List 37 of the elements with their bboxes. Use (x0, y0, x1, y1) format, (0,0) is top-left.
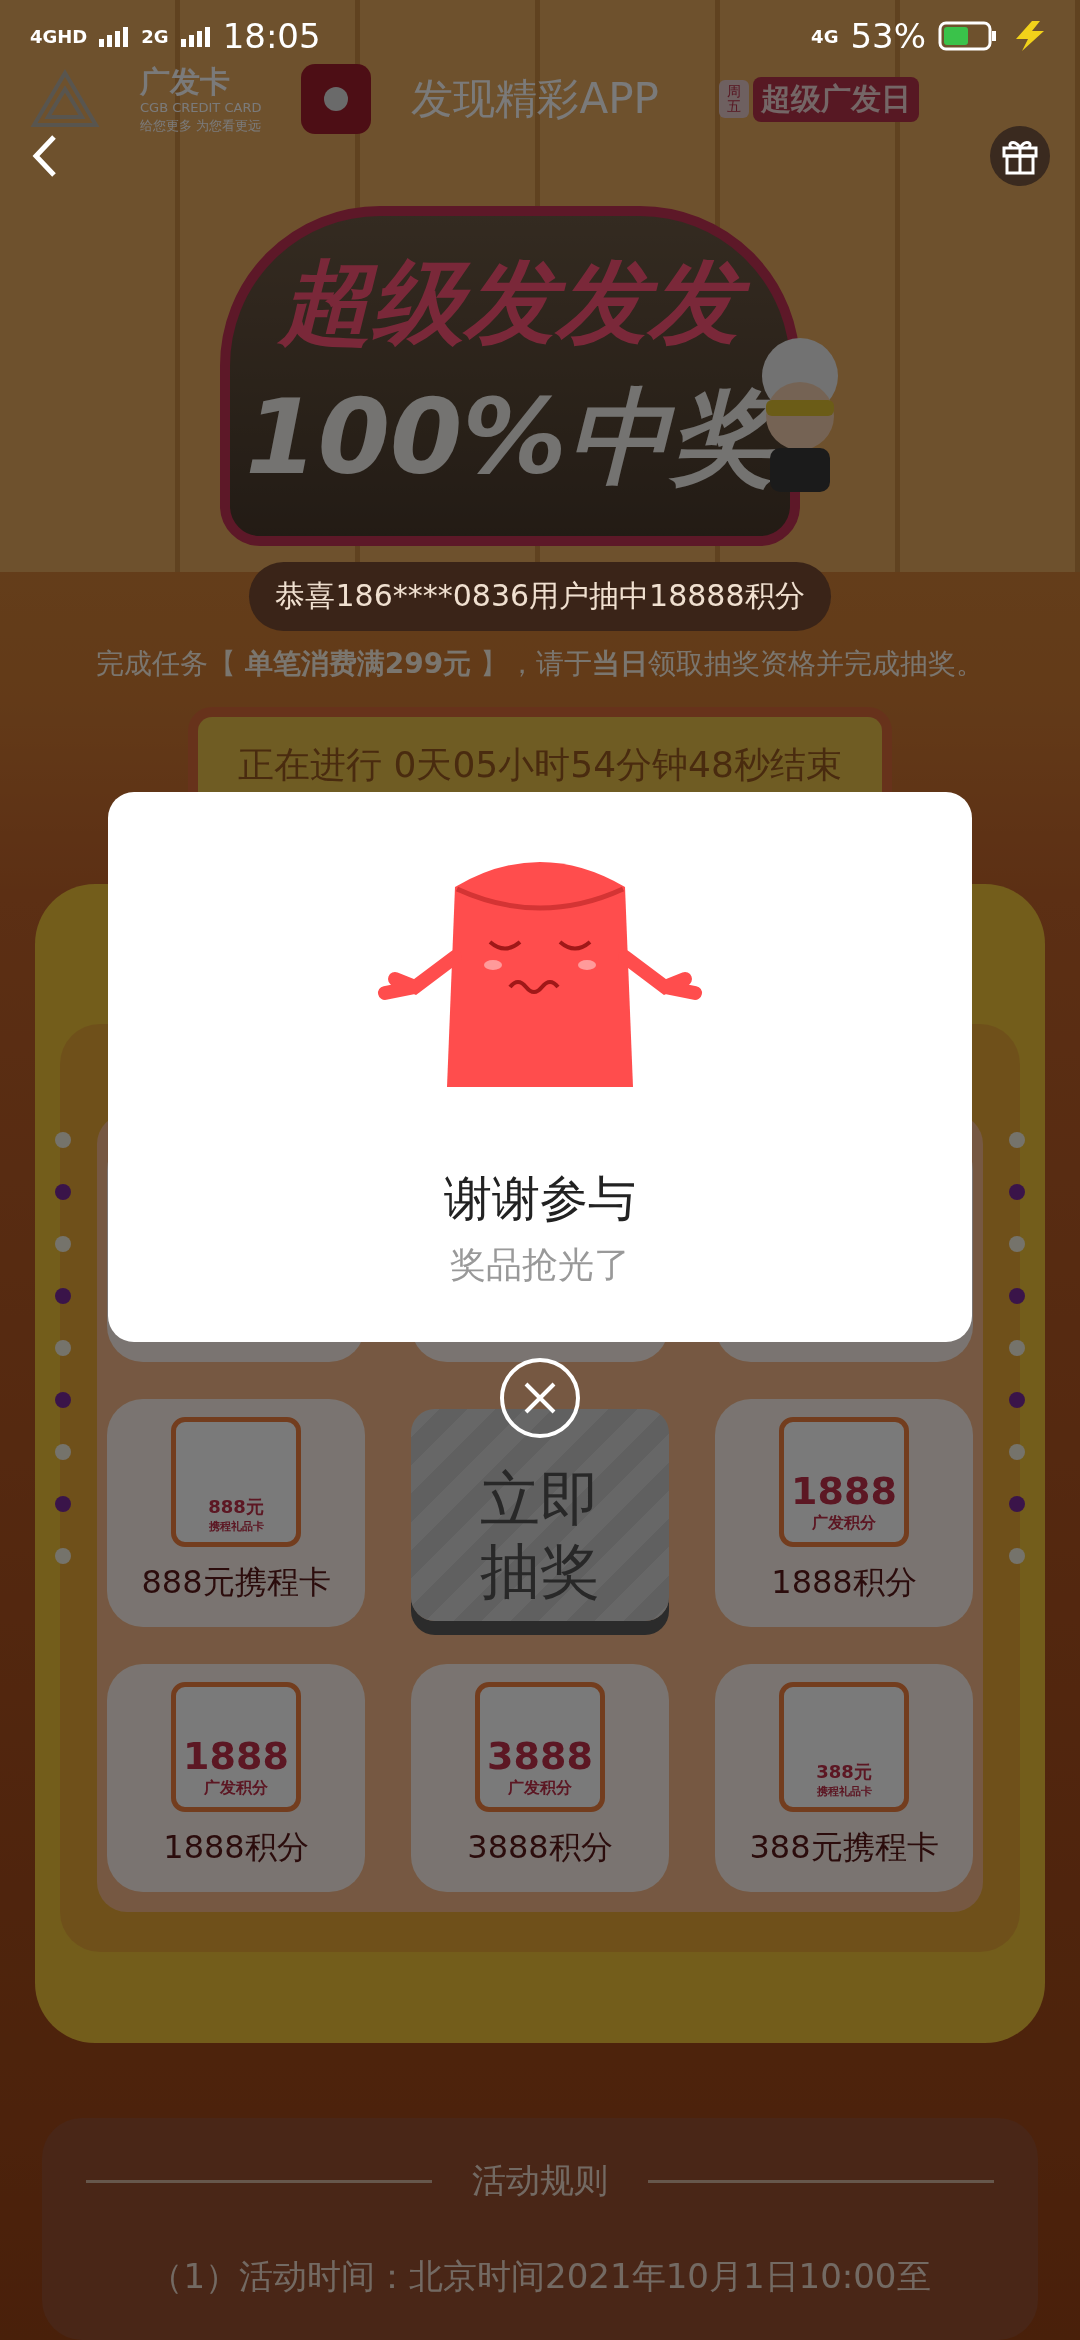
battery-percent: 53% (850, 16, 926, 56)
brand-name: 广发卡 (140, 64, 230, 98)
dialog-title: 谢谢参与 (444, 1169, 636, 1228)
hero-title: 超级发发发 (250, 243, 770, 363)
dialog-message: 奖品抢光了 (450, 1243, 630, 1287)
app-slogan: 发现精彩APP (411, 73, 659, 125)
battery-icon (938, 21, 998, 51)
brand-slogan: 给您更多 为您看更远 (140, 117, 262, 134)
brand-subtitle: CGB CREDIT CARD (140, 99, 262, 116)
clock-time: 18:05 (222, 16, 321, 56)
prize-label: 388元携程卡 (749, 1826, 939, 1868)
network-label: 4GHD (30, 25, 88, 47)
prize-label: 888元携程卡 (141, 1561, 331, 1603)
rule-text: （1）活动时间：北京时间2021年10月1日10:00至 (149, 2255, 931, 2298)
prize-label: 3888积分 (467, 1826, 613, 1868)
event-badge: 超级广发日 (752, 76, 919, 122)
rules-title: 活动规则 (472, 2159, 608, 2202)
day-badge: 周五 (718, 79, 749, 119)
points-card-drawing: 1888 广发积分 (171, 1681, 301, 1812)
network-label: 2G (141, 25, 169, 47)
gift-card-drawing: 888元 携程礼品卡 (171, 1416, 301, 1547)
prize-label: 1888积分 (163, 1826, 309, 1868)
points-card-drawing: 3888 广发积分 (475, 1681, 605, 1812)
close-button[interactable] (500, 1358, 580, 1438)
winner-ticker: 恭喜186****0836用户抽中18888积分 (249, 561, 831, 631)
close-icon (522, 1380, 558, 1416)
network-label: 4G (811, 25, 839, 47)
hero-subtitle: 100%中奖 (245, 374, 775, 500)
gift-card-drawing: 388元 携程礼品卡 (779, 1681, 909, 1812)
signal-icon (180, 25, 211, 47)
gift-button[interactable] (990, 126, 1050, 186)
task-description: 完成任务【 单笔消费满299元 】，请于当日领取抽奖资格并完成抽奖。 (94, 645, 986, 682)
signal-icon (99, 25, 130, 47)
app-logo-icon (301, 64, 372, 134)
prize-label: 1888积分 (771, 1561, 917, 1603)
points-card-drawing: 1888 广发积分 (779, 1416, 909, 1547)
brand-logo-icon (30, 69, 100, 129)
